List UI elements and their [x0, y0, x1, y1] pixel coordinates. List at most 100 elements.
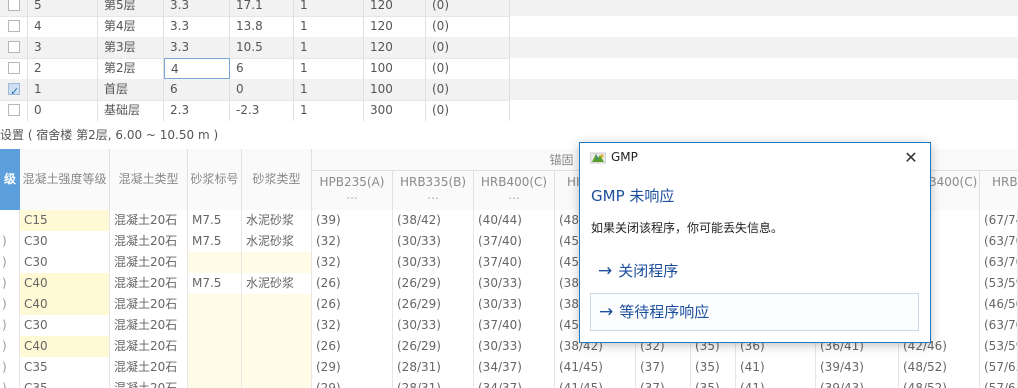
floor-cell-count[interactable]: 1 [294, 79, 364, 100]
floor-cell-no[interactable]: 3 [28, 37, 98, 58]
anchorage-cell-a[interactable]: (26) [312, 294, 393, 315]
anchorage-cell-i[interactable]: (48/52) [899, 357, 980, 378]
anchorage-cell-type[interactable]: 混凝土20石 [110, 294, 188, 315]
anchorage-cell-j[interactable]: (63/70 [980, 231, 1018, 252]
anchorage-cell-grade[interactable]: C15 [20, 210, 110, 231]
anchorage-cell-lv[interactable]: ) [0, 315, 20, 336]
anchorage-cell-type[interactable]: 混凝土20石 [110, 336, 188, 357]
floor-checkbox[interactable] [8, 62, 20, 74]
anchorage-cell-grade[interactable]: C30 [20, 315, 110, 336]
floor-cell-name[interactable]: 基础层 [98, 100, 164, 121]
floor-cell-no[interactable]: 1 [28, 79, 98, 100]
anchorage-cell-a[interactable]: (32) [312, 315, 393, 336]
floor-cell-slab[interactable]: 120 [364, 37, 426, 58]
anchorage-cell-j[interactable]: (63/70 [980, 315, 1018, 336]
floor-cell-slab[interactable]: 100 [364, 79, 426, 100]
anchorage-cell-mg[interactable] [188, 294, 242, 315]
floor-checkbox[interactable] [8, 41, 20, 53]
anchorage-cell-c[interactable]: (34/37) [474, 357, 555, 378]
floor-checkbox[interactable] [8, 20, 20, 32]
floor-cell-extra[interactable]: (0) [426, 37, 510, 58]
anchorage-cell-d[interactable]: (41/45) [555, 357, 636, 378]
floor-cell-extra[interactable]: (0) [426, 16, 510, 37]
anchorage-cell-a[interactable]: (29) [312, 378, 393, 388]
anchorage-cell-mt[interactable] [242, 294, 312, 315]
floor-row[interactable]: 3 第3层 3.3 10.5 1 120 (0) [0, 37, 1018, 59]
dialog-titlebar[interactable]: GMP ✕ [580, 143, 930, 172]
floor-cell-elevation[interactable]: 6 [230, 58, 294, 79]
floor-row[interactable]: 1首层601100(0) [0, 79, 1018, 101]
floor-row[interactable]: 5 第5层 3.3 17.1 1 120 (0) [0, 0, 1018, 17]
floor-cell-height[interactable]: 6 [164, 79, 230, 100]
header-hrb400[interactable]: HRB400(C)... [474, 171, 555, 210]
floor-cell-height[interactable]: 4 [164, 58, 230, 79]
anchorage-cell-b[interactable]: (28/31) [393, 378, 474, 388]
anchorage-cell-type[interactable]: 混凝土20石 [110, 252, 188, 273]
anchorage-cell-mt[interactable] [242, 315, 312, 336]
floor-cell-no[interactable]: 2 [28, 58, 98, 79]
anchorage-cell-b[interactable]: (26/29) [393, 294, 474, 315]
anchorage-cell-h[interactable]: (39/43) [816, 378, 899, 388]
anchorage-cell-a[interactable]: (32) [312, 252, 393, 273]
anchorage-cell-type[interactable]: 混凝土20石 [110, 378, 188, 388]
floor-cell-name[interactable]: 第5层 [98, 0, 164, 16]
floor-cell-height[interactable]: 2.3 [164, 100, 230, 121]
anchorage-cell-b[interactable]: (30/33) [393, 231, 474, 252]
anchorage-cell-c[interactable]: (40/44) [474, 210, 555, 231]
header-hpb235[interactable]: HPB235(A)... [312, 171, 393, 210]
anchorage-cell-e[interactable]: (37) [636, 357, 691, 378]
anchorage-cell-a[interactable]: (32) [312, 231, 393, 252]
floor-cell-name[interactable]: 首层 [98, 79, 164, 100]
anchorage-cell-grade[interactable]: C35 [20, 378, 110, 388]
anchorage-cell-j[interactable]: (53/59 [980, 336, 1018, 357]
anchorage-cell-j[interactable]: (53/59 [980, 273, 1018, 294]
floor-cell-count[interactable]: 1 [294, 0, 364, 16]
anchorage-cell-mt[interactable]: 水泥砂浆 [242, 231, 312, 252]
anchorage-cell-j[interactable]: (46/50 [980, 294, 1018, 315]
floor-cell-height[interactable]: 3.3 [164, 16, 230, 37]
anchorage-cell-g[interactable]: (41) [736, 357, 816, 378]
anchorage-cell-mt[interactable] [242, 252, 312, 273]
anchorage-cell-h[interactable]: (39/43) [816, 357, 899, 378]
anchorage-cell-grade[interactable]: C35 [20, 357, 110, 378]
anchorage-cell-j[interactable]: (57/63 [980, 378, 1018, 388]
floor-cell-slab[interactable]: 100 [364, 58, 426, 79]
floor-cell-elevation[interactable]: 0 [230, 79, 294, 100]
header-hrb335[interactable]: HRB335(B)... [393, 171, 474, 210]
anchorage-cell-type[interactable]: 混凝土20石 [110, 273, 188, 294]
anchorage-cell-b[interactable]: (26/29) [393, 273, 474, 294]
anchorage-cell-grade[interactable]: C30 [20, 231, 110, 252]
anchorage-cell-mt[interactable] [242, 378, 312, 388]
anchorage-cell-mg[interactable] [188, 315, 242, 336]
anchorage-row[interactable]: ) C35 混凝土20石 (29) (28/31) (34/37) (41/45) (37)(… [0, 357, 1018, 379]
anchorage-cell-a[interactable]: (26) [312, 273, 393, 294]
anchorage-cell-mt[interactable] [242, 357, 312, 378]
anchorage-cell-type[interactable]: 混凝土20石 [110, 231, 188, 252]
anchorage-cell-a[interactable]: (26) [312, 336, 393, 357]
anchorage-cell-mg[interactable]: M7.5 [188, 273, 242, 294]
anchorage-cell-mg[interactable]: M7.5 [188, 231, 242, 252]
anchorage-cell-type[interactable]: 混凝土20石 [110, 357, 188, 378]
anchorage-cell-mg[interactable] [188, 378, 242, 388]
floor-cell-name[interactable]: 第4层 [98, 16, 164, 37]
anchorage-cell-b[interactable]: (38/42) [393, 210, 474, 231]
anchorage-cell-mg[interactable]: M7.5 [188, 210, 242, 231]
anchorage-cell-grade[interactable]: C40 [20, 273, 110, 294]
close-program-button[interactable]: → 关闭程序 [590, 253, 919, 291]
anchorage-cell-lv[interactable]: ) [0, 336, 20, 357]
floor-cell-slab[interactable]: 300 [364, 100, 426, 121]
floor-cell-extra[interactable]: (0) [426, 100, 510, 121]
anchorage-cell-grade[interactable]: C40 [20, 294, 110, 315]
anchorage-cell-mg[interactable] [188, 336, 242, 357]
anchorage-cell-mt[interactable] [242, 336, 312, 357]
floor-cell-extra[interactable]: (0) [426, 0, 510, 16]
anchorage-cell-lv[interactable]: ) [0, 273, 20, 294]
floor-cell-no[interactable]: 5 [28, 0, 98, 16]
anchorage-cell-c[interactable]: (37/40) [474, 252, 555, 273]
anchorage-cell-e[interactable]: (37) [636, 378, 691, 388]
wait-for-program-button[interactable]: → 等待程序响应 [590, 293, 919, 331]
anchorage-cell-j[interactable]: (63/70 [980, 252, 1018, 273]
floor-cell-name[interactable]: 第3层 [98, 37, 164, 58]
anchorage-cell-mt[interactable]: 水泥砂浆 [242, 210, 312, 231]
floor-cell-elevation[interactable]: -2.3 [230, 100, 294, 121]
